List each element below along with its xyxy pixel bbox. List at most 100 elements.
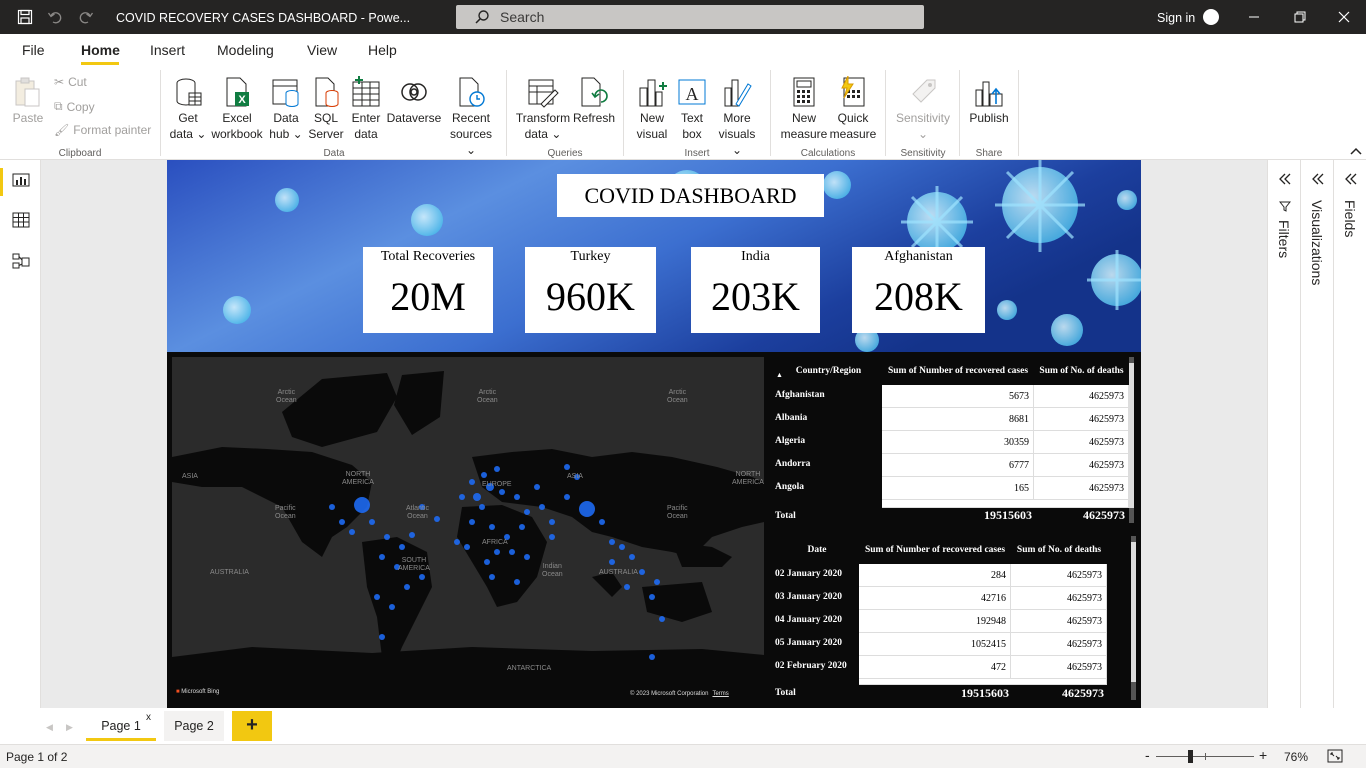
- quick-measure-button[interactable]: Quick measure: [828, 74, 878, 142]
- menu-home[interactable]: Home: [81, 42, 120, 58]
- recovered-cell[interactable]: 472: [859, 656, 1011, 679]
- map-bubble[interactable]: [564, 464, 570, 470]
- map-bubble[interactable]: [654, 579, 660, 585]
- map-bubble[interactable]: [489, 524, 495, 530]
- map-bubble[interactable]: [599, 519, 605, 525]
- restore-icon[interactable]: [1293, 10, 1307, 24]
- menu-view[interactable]: View: [307, 42, 337, 58]
- map-bubble[interactable]: [494, 549, 500, 555]
- map-bubble[interactable]: [479, 504, 485, 510]
- row-label[interactable]: Afghanistan: [775, 390, 875, 400]
- map-bubble[interactable]: [499, 489, 505, 495]
- deaths-cell[interactable]: 4625973: [1034, 431, 1129, 454]
- fit-to-page-icon[interactable]: [1327, 749, 1343, 763]
- close-tab-icon[interactable]: x: [146, 712, 151, 723]
- zoom-slider-thumb[interactable]: [1188, 750, 1193, 763]
- recovered-cell[interactable]: 284: [859, 564, 1011, 587]
- kpi-card-turkey[interactable]: Turkey 960K: [525, 247, 656, 333]
- map-bubble[interactable]: [404, 584, 410, 590]
- expand-filters-icon[interactable]: [1278, 172, 1292, 186]
- map-bubble[interactable]: [534, 484, 540, 490]
- kpi-card-afghanistan[interactable]: Afghanistan 208K: [852, 247, 985, 333]
- report-view-icon[interactable]: [12, 172, 30, 188]
- row-label[interactable]: 02 January 2020: [775, 569, 857, 579]
- transform-data-button[interactable]: Transform data ⌄: [514, 74, 572, 142]
- sql-server-button[interactable]: SQL Server: [306, 74, 346, 142]
- map-bubble[interactable]: [384, 534, 390, 540]
- fields-pane[interactable]: Fields: [1333, 160, 1366, 708]
- deaths-cell[interactable]: 4625973: [1034, 454, 1129, 477]
- close-icon[interactable]: [1337, 10, 1351, 24]
- column-header[interactable]: Sum of Number of recovered cases: [882, 357, 1034, 385]
- scrollbar-thumb[interactable]: [1131, 542, 1136, 682]
- copy-button[interactable]: ⧉ Copy: [54, 99, 95, 114]
- row-label[interactable]: Algeria: [775, 436, 875, 446]
- map-bubble[interactable]: [419, 574, 425, 580]
- text-box-button[interactable]: A Text box: [674, 74, 710, 142]
- get-data-button[interactable]: Get data ⌄: [166, 74, 210, 142]
- column-header[interactable]: Sum of No. of deaths: [1034, 357, 1129, 385]
- scrollbar-thumb[interactable]: [1129, 363, 1134, 508]
- column-header[interactable]: Date: [776, 536, 858, 564]
- map-bubble[interactable]: [649, 594, 655, 600]
- excel-workbook-button[interactable]: X Excel workbook: [210, 74, 264, 142]
- avatar[interactable]: [1203, 9, 1219, 25]
- more-visuals-button[interactable]: More visuals ⌄: [712, 74, 762, 158]
- map-bubble[interactable]: [454, 539, 460, 545]
- scroll-tabs-right-icon[interactable]: ▶: [66, 722, 73, 733]
- expand-fields-icon[interactable]: [1344, 172, 1358, 186]
- map-bubble[interactable]: [564, 494, 570, 500]
- save-icon[interactable]: [17, 9, 33, 25]
- deaths-cell[interactable]: 4625973: [1011, 610, 1107, 633]
- map-bubble[interactable]: [464, 544, 470, 550]
- column-header[interactable]: ▲ Country/Region: [776, 357, 881, 385]
- map-bubble[interactable]: [509, 549, 515, 555]
- row-label[interactable]: 03 January 2020: [775, 592, 857, 602]
- deaths-cell[interactable]: 4625973: [1011, 587, 1107, 610]
- refresh-button[interactable]: Refresh: [572, 74, 616, 126]
- column-header[interactable]: Sum of No. of deaths: [1011, 536, 1107, 564]
- recovered-cell[interactable]: 6777: [882, 454, 1034, 477]
- map-bubble[interactable]: [649, 654, 655, 660]
- row-label[interactable]: Andorra: [775, 459, 875, 469]
- recent-sources-button[interactable]: Recent sources ⌄: [444, 74, 498, 158]
- map-bubble[interactable]: [619, 544, 625, 550]
- collapse-ribbon-icon[interactable]: [1350, 146, 1362, 156]
- map-bubble[interactable]: [484, 559, 490, 565]
- world-map-visual[interactable]: Arctic Ocean Arctic Ocean Arctic Ocean ASIA…: [172, 357, 764, 702]
- format-painter-button[interactable]: 🖌 Format painter: [54, 123, 151, 137]
- table-view-icon[interactable]: [12, 212, 30, 228]
- expand-visualizations-icon[interactable]: [1311, 172, 1325, 186]
- recovered-cell[interactable]: 1052415: [859, 633, 1011, 656]
- row-label[interactable]: 05 January 2020: [775, 638, 857, 648]
- map-bubble[interactable]: [624, 584, 630, 590]
- map-bubble[interactable]: [329, 504, 335, 510]
- map-bubble[interactable]: [349, 529, 355, 535]
- deaths-cell[interactable]: 4625973: [1011, 633, 1107, 656]
- kpi-card-total-recoveries[interactable]: Total Recoveries 20M: [363, 247, 493, 333]
- deaths-cell[interactable]: 4625973: [1011, 656, 1107, 679]
- row-label[interactable]: 04 January 2020: [775, 615, 857, 625]
- row-label[interactable]: Angola: [775, 482, 875, 492]
- sign-in-link[interactable]: Sign in: [1157, 11, 1195, 25]
- map-bubble[interactable]: [481, 472, 487, 478]
- map-bubble[interactable]: [489, 574, 495, 580]
- row-label[interactable]: Albania: [775, 413, 875, 423]
- map-bubble[interactable]: [379, 634, 385, 640]
- map-bubble[interactable]: [579, 501, 595, 517]
- visualizations-pane[interactable]: Visualizations: [1300, 160, 1333, 708]
- model-view-icon[interactable]: [12, 252, 30, 270]
- date-table[interactable]: Date Sum of Number of recovered cases Su…: [772, 536, 1136, 706]
- map-bubble[interactable]: [549, 519, 555, 525]
- menu-modeling[interactable]: Modeling: [217, 42, 274, 58]
- tab-page-2[interactable]: Page 2: [164, 711, 224, 741]
- deaths-cell[interactable]: 4625973: [1034, 408, 1129, 431]
- zoom-out-button[interactable]: -: [1145, 747, 1150, 763]
- recovered-cell[interactable]: 165: [882, 477, 1034, 500]
- map-bubble[interactable]: [399, 544, 405, 550]
- recovered-cell[interactable]: 42716: [859, 587, 1011, 610]
- map-bubble[interactable]: [494, 466, 500, 472]
- map-bubble[interactable]: [539, 504, 545, 510]
- recovered-cell[interactable]: 30359: [882, 431, 1034, 454]
- enter-data-button[interactable]: Enter data: [346, 74, 386, 142]
